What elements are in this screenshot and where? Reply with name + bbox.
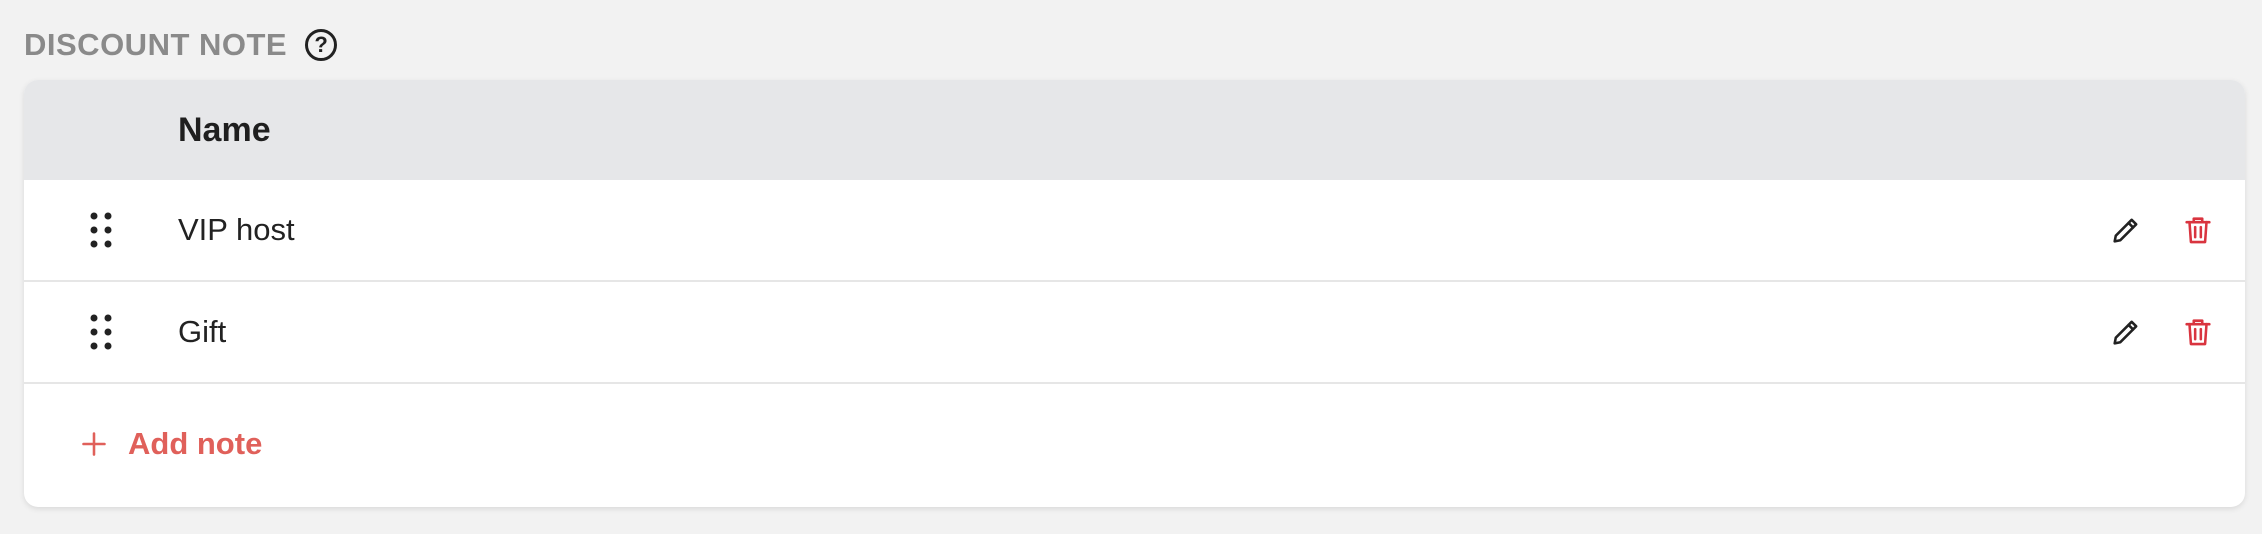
drag-handle-icon[interactable] — [88, 312, 114, 352]
table-row: Gift — [24, 282, 2245, 384]
pencil-icon[interactable] — [2109, 213, 2143, 247]
table-header: Name — [24, 80, 2245, 180]
row-actions — [2109, 213, 2215, 247]
trash-icon[interactable] — [2181, 213, 2215, 247]
row-actions — [2109, 315, 2215, 349]
table-row: VIP host — [24, 180, 2245, 282]
trash-icon[interactable] — [2181, 315, 2215, 349]
plus-icon — [82, 432, 106, 456]
section-title: DISCOUNT NOTE — [24, 27, 288, 62]
discount-note-card: Name VIP host Gift Add note — [24, 80, 2245, 507]
help-icon[interactable]: ? — [305, 29, 338, 61]
drag-handle-icon[interactable] — [88, 210, 114, 250]
column-header-name: Name — [178, 110, 271, 149]
add-note-button[interactable]: Add note — [80, 424, 262, 464]
add-note-label: Add note — [128, 426, 263, 461]
pencil-icon[interactable] — [2109, 315, 2143, 349]
row-name: Gift — [178, 314, 227, 349]
row-name: VIP host — [178, 212, 295, 247]
section-header: DISCOUNT NOTE ? — [24, 20, 338, 70]
